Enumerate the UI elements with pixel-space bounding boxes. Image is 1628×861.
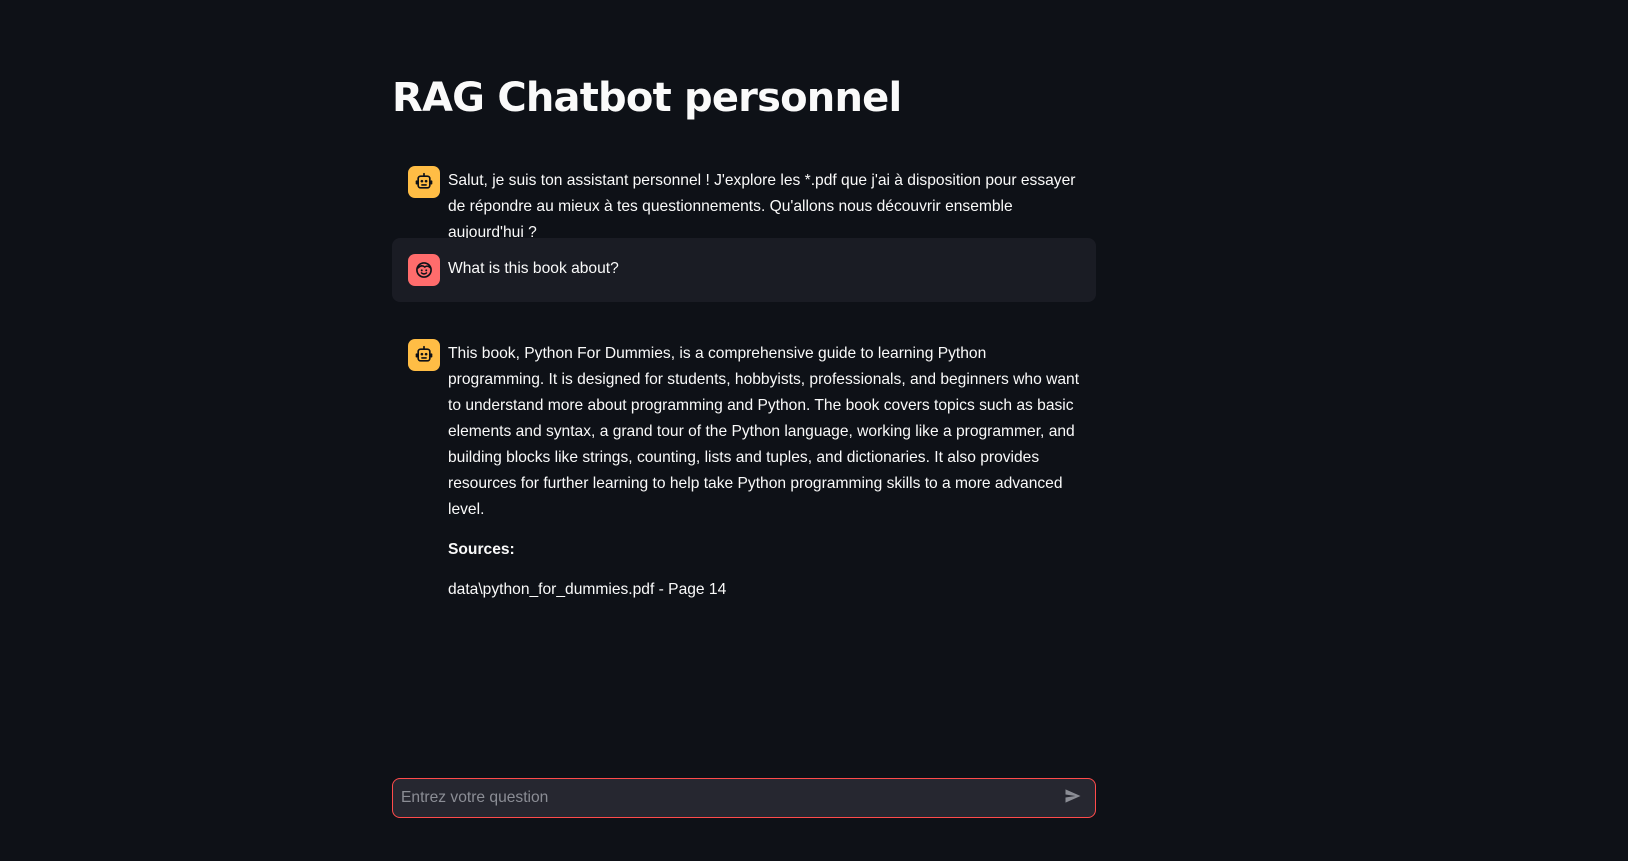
chat-input[interactable]: [393, 779, 1055, 817]
message-content: This book, Python For Dummies, is a comp…: [448, 339, 1080, 603]
smiley-icon: [408, 254, 440, 286]
message-text: What is this book about?: [448, 260, 619, 277]
source-reference: data\python_for_dummies.pdf - Page 14: [448, 581, 727, 598]
send-icon: [1063, 786, 1083, 811]
message-text: Salut, je suis ton assistant personnel !…: [448, 172, 1076, 241]
chat-input-container: [392, 778, 1096, 818]
chat-message-assistant: This book, Python For Dummies, is a comp…: [392, 323, 1096, 619]
message-content: Salut, je suis ton assistant personnel !…: [448, 166, 1080, 246]
app-root: RAG Chatbot personnel Salut, je suis ton…: [0, 0, 1628, 861]
send-button[interactable]: [1055, 780, 1091, 816]
sources-label: Sources:: [448, 541, 515, 558]
message-text: This book, Python For Dummies, is a comp…: [448, 345, 1080, 518]
robot-icon: [408, 166, 440, 198]
robot-icon: [408, 339, 440, 371]
message-content: What is this book about?: [448, 254, 1080, 282]
page-title: RAG Chatbot personnel: [392, 75, 902, 121]
chat-message-user: What is this book about?: [392, 238, 1096, 302]
